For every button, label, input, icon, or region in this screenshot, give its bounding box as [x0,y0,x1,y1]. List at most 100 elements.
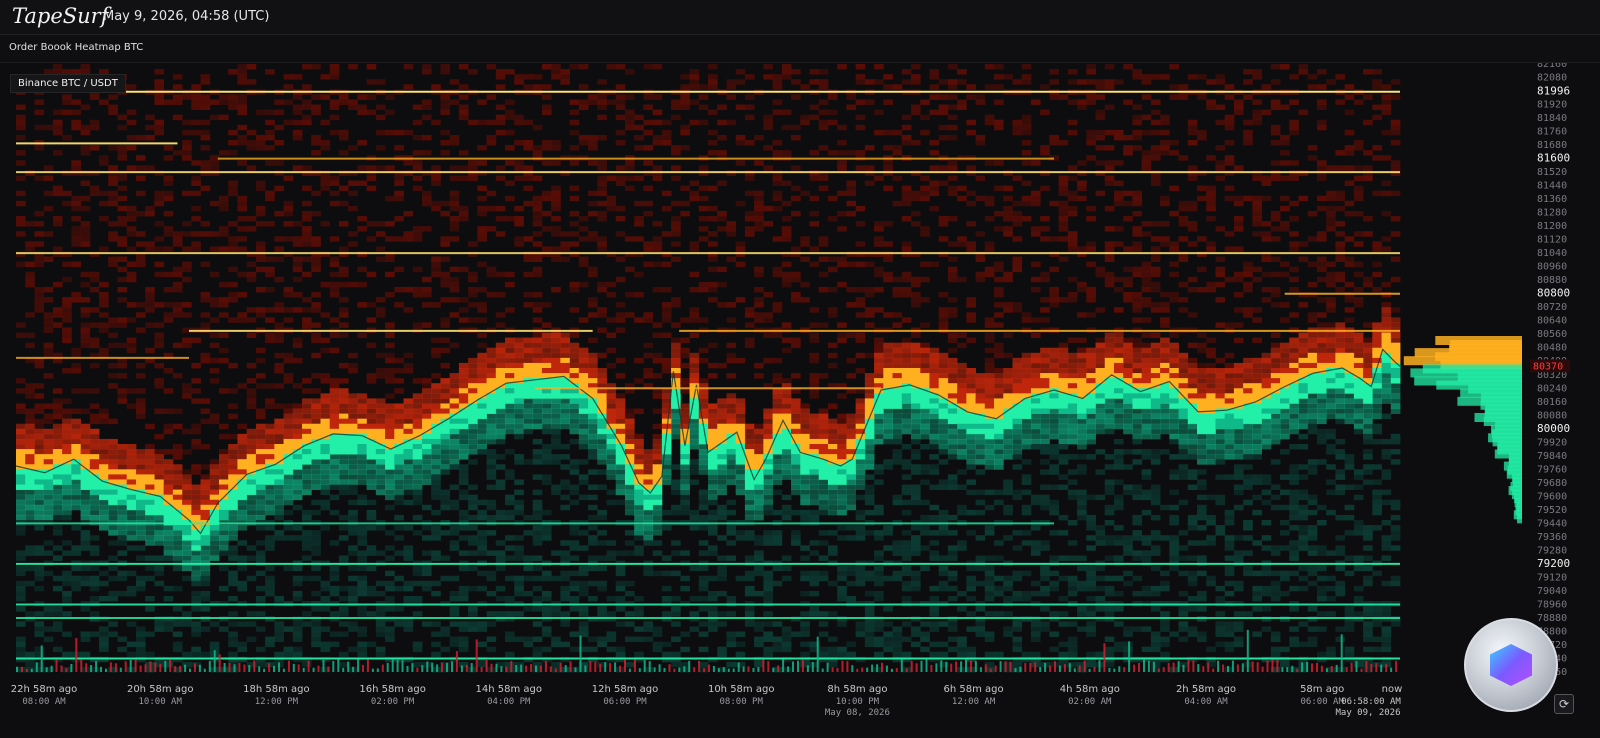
heatmap-cell [523,140,534,146]
heatmap-cell [163,302,174,308]
heatmap-cell [431,530,441,536]
heatmap-cell [403,479,414,485]
heatmap-cell [71,368,81,374]
heatmap-cell [108,464,118,470]
heatmap-cell [541,449,552,455]
heatmap-cell [818,621,829,627]
heatmap-cell [16,590,26,597]
heatmap-cell [348,145,358,151]
heatmap-cell [744,433,755,440]
heatmap-cell [255,474,266,480]
heatmap-cell [172,540,183,546]
heatmap-cell [708,418,718,425]
heatmap-cell [661,362,672,369]
heatmap-cell [477,378,487,384]
heatmap-cell [62,575,72,582]
heatmap-cell [338,185,349,192]
heatmap-cell [52,190,63,197]
heatmap-cell [874,221,884,227]
heatmap-cell [837,570,847,577]
heatmap-cell [827,216,838,222]
heatmap-cell [375,469,386,475]
heatmap-cell [440,393,451,399]
heatmap-cell [246,611,257,617]
heatmap-cell [781,124,792,131]
heatmap-cell [228,99,238,105]
heatmap-cell [62,109,72,116]
heatmap-cell [643,474,654,480]
heatmap-cell [348,509,358,516]
heatmap-cell [357,651,368,658]
heatmap-cell [135,454,146,460]
heatmap-cell [772,530,783,536]
heatmap-cell [569,418,580,425]
heatmap-cell [551,74,561,80]
heatmap-cell [735,418,746,425]
heatmap-cell [218,484,229,490]
heatmap-cell [523,388,534,394]
heatmap-cell [172,555,183,561]
heatmap-cell [108,509,118,516]
heatmap-cell [71,362,81,369]
heatmap-cell [135,514,146,521]
heatmap-cell [754,423,764,430]
heatmap-cell [597,307,607,313]
heatmap-cell [385,368,395,374]
heatmap-cell [763,585,773,592]
heatmap-cell [855,337,866,344]
heatmap-cell [99,464,109,470]
heatmap-cell [34,565,45,572]
heatmap-cell [744,575,755,582]
heatmap-cell [274,236,284,242]
heatmap-cell [615,580,626,587]
heatmap-cell [218,231,229,237]
brand-logo[interactable]: TapeSurf [12,4,109,28]
heatmap-cell [283,413,294,420]
heatmap-cell [523,352,534,359]
heatmap-cell [532,565,543,572]
heatmap-cell [385,256,395,262]
heatmap-cell [52,469,63,475]
heatmap-cell [191,119,201,126]
heatmap-cell [744,337,755,344]
heatmap-cell [191,94,201,100]
heatmap-cell [532,221,543,227]
heatmap-cell [338,413,349,420]
heatmap-chart[interactable]: 8216082080819968192081840817608168081600… [0,63,1600,738]
heatmap-cell [643,509,654,516]
heatmap-cell [348,418,358,425]
heatmap-cell [311,423,321,430]
heatmap-cell [624,590,635,597]
heatmap-cell [200,484,211,490]
heatmap-cell [394,175,404,181]
heatmap-cell [329,347,340,354]
heatmap-cell [495,393,506,399]
heatmap-cell [809,459,820,465]
heatmap-cell [458,307,469,313]
heatmap-cell [634,499,644,506]
heatmap-cell [329,99,340,105]
heatmap-cell [661,469,672,475]
heatmap-cell [265,403,275,409]
heatmap-cell [477,661,487,668]
heatmap-cell [99,449,109,455]
heatmap-cell [16,378,26,384]
heatmap-cell [541,509,552,516]
heatmap-cell [246,444,257,450]
heatmap-cell [108,530,118,536]
heatmap-cell [403,525,414,531]
heatmap-cell [237,205,248,212]
heatmap-cell [228,514,238,521]
heatmap-cell [874,347,884,354]
heatmap-cell [495,418,506,425]
heatmap-cell [163,585,174,592]
heatmap-cell [25,342,35,349]
heatmap-cell [117,393,128,399]
heatmap-cell [311,134,321,141]
heatmap-cell [486,474,497,480]
heatmap-cell [708,129,718,136]
heatmap-cell [62,509,72,516]
heatmap-cell [791,337,801,344]
heatmap-cell [431,469,441,475]
heatmap-cell [421,454,432,460]
